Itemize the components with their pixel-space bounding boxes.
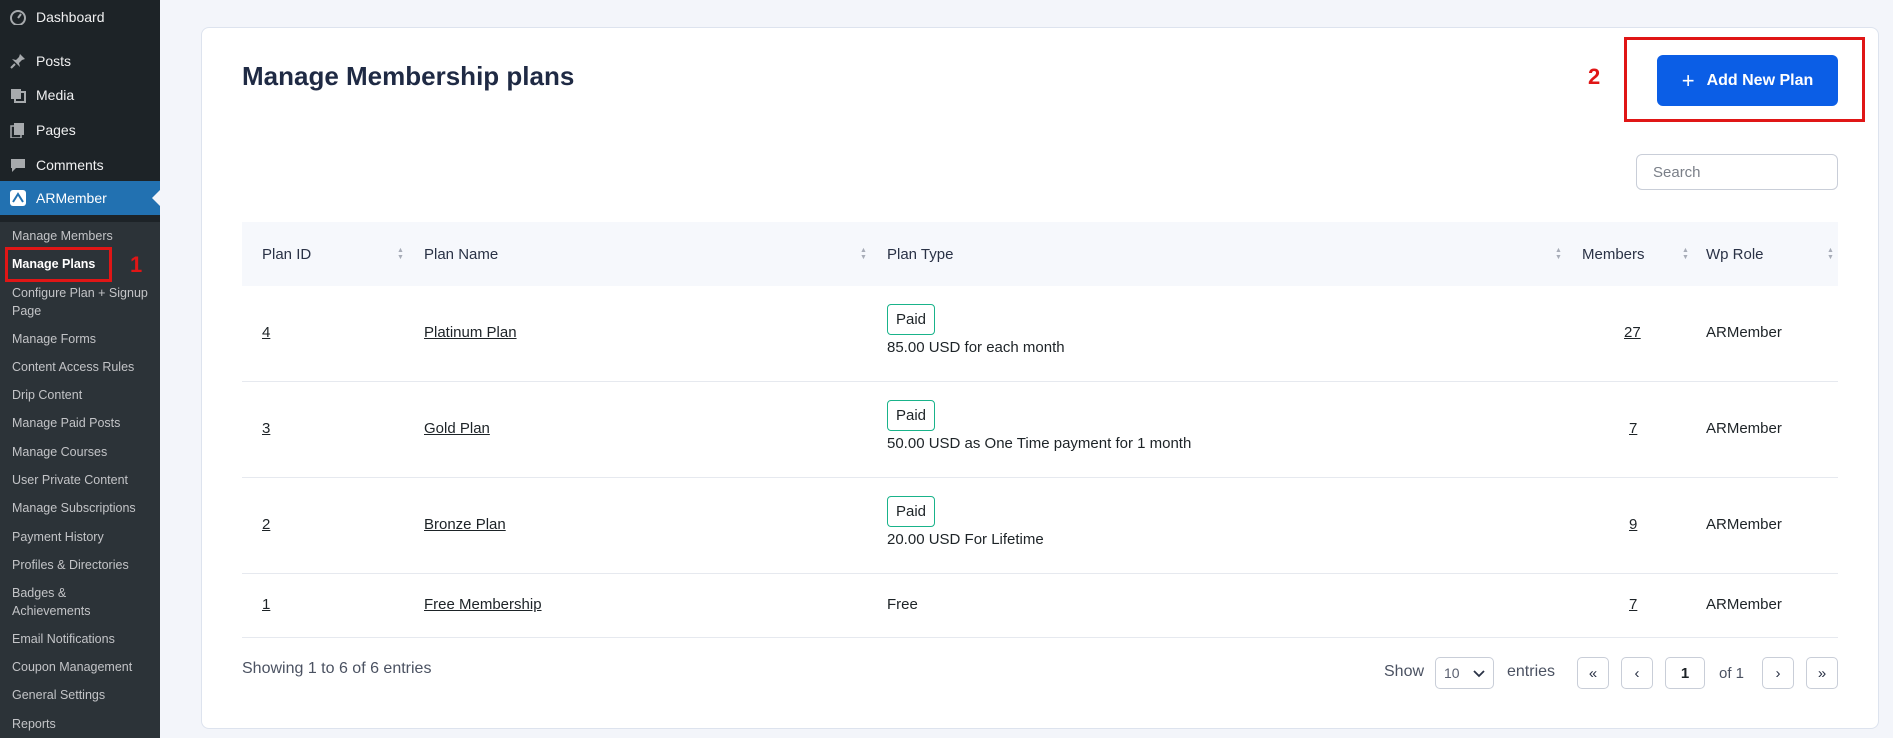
- submenu-user-private-content[interactable]: User Private Content: [12, 471, 152, 489]
- entries-label: entries: [1507, 663, 1556, 680]
- plan-type-text: 20.00 USD For Lifetime: [887, 531, 1044, 548]
- chevron-down-icon: [1473, 665, 1485, 681]
- plan-name-link[interactable]: Free Membership: [424, 596, 542, 613]
- menu-label: Media: [36, 87, 75, 103]
- plan-id-link[interactable]: 4: [262, 324, 270, 341]
- wp-role-text: ARMember: [1706, 516, 1782, 533]
- status-badge: Paid: [887, 496, 936, 527]
- members-count-link[interactable]: 7: [1629, 420, 1637, 437]
- page-size-select[interactable]: 10: [1435, 657, 1494, 689]
- armember-icon: [0, 189, 36, 207]
- table-row: 4 Platinum Plan Paid 85.00 USD for each …: [242, 286, 1838, 382]
- page-title: Manage Membership plans: [242, 61, 575, 91]
- comment-icon: [0, 157, 36, 173]
- menu-item-media[interactable]: Media: [0, 78, 160, 112]
- submenu-manage-courses[interactable]: Manage Courses: [12, 443, 152, 461]
- submenu-general-settings[interactable]: General Settings: [12, 686, 152, 704]
- status-badge: Paid: [887, 400, 936, 431]
- page-number-input[interactable]: 1: [1665, 657, 1705, 689]
- pin-icon: [0, 53, 36, 69]
- sort-icon[interactable]: ▲ ▼: [1555, 222, 1562, 286]
- submenu-configure-plan[interactable]: Configure Plan + Signup Page: [12, 284, 152, 320]
- wp-role-text: ARMember: [1706, 324, 1782, 341]
- search-input[interactable]: [1636, 154, 1838, 190]
- sort-icon[interactable]: ▲ ▼: [860, 222, 867, 286]
- sort-icon[interactable]: ▲ ▼: [1682, 222, 1689, 286]
- table-row: 3 Gold Plan Paid 50.00 USD as One Time p…: [242, 382, 1838, 478]
- last-page-button[interactable]: »: [1806, 657, 1838, 689]
- menu-item-dashboard[interactable]: Dashboard: [0, 0, 160, 34]
- menu-label: Posts: [36, 53, 72, 69]
- plan-name-link[interactable]: Platinum Plan: [424, 324, 517, 341]
- table-row: 1 Free Membership Free 7 ARMember: [242, 574, 1838, 638]
- prev-page-button[interactable]: ‹: [1621, 657, 1653, 689]
- submenu-payment-history[interactable]: Payment History: [12, 528, 152, 546]
- submenu-drip-content[interactable]: Drip Content: [12, 386, 152, 404]
- submenu-content-access-rules[interactable]: Content Access Rules: [12, 358, 152, 376]
- plan-type-text: Free: [887, 596, 918, 613]
- admin-sidebar: Dashboard Posts Media Pages Comments ARM…: [0, 0, 160, 738]
- menu-label: Comments: [36, 157, 104, 173]
- dashboard-icon: [0, 9, 36, 25]
- table-header: Plan ID ▲ ▼ Plan Name ▲ ▼ Plan Type ▲ ▼ Mem…: [242, 222, 1838, 286]
- plan-id-link[interactable]: 1: [262, 596, 270, 613]
- members-count-link[interactable]: 9: [1629, 516, 1637, 533]
- first-page-button[interactable]: «: [1577, 657, 1609, 689]
- annotation-number-2: 2: [1588, 64, 1601, 89]
- menu-label: Pages: [36, 122, 76, 138]
- page-size-value: 10: [1444, 665, 1460, 681]
- submenu-manage-paid-posts[interactable]: Manage Paid Posts: [12, 414, 152, 432]
- submenu-profiles-directories[interactable]: Profiles & Directories: [12, 556, 152, 574]
- add-new-plan-button[interactable]: + Add New Plan: [1657, 55, 1838, 106]
- table-row: 2 Bronze Plan Paid 20.00 USD For Lifetim…: [242, 478, 1838, 574]
- members-count-link[interactable]: 27: [1624, 324, 1641, 341]
- submenu-manage-forms[interactable]: Manage Forms: [12, 330, 152, 348]
- menu-item-pages[interactable]: Pages: [0, 113, 160, 147]
- status-badge: Paid: [887, 304, 936, 335]
- sort-icon[interactable]: ▲ ▼: [1827, 222, 1834, 286]
- column-header-plan-id[interactable]: Plan ID: [262, 222, 311, 286]
- column-header-wp-role[interactable]: Wp Role: [1706, 222, 1764, 286]
- armember-submenu: Manage Members Manage Plans Configure Pl…: [0, 222, 160, 738]
- submenu-coupon-management[interactable]: Coupon Management: [12, 658, 152, 676]
- pages-icon: [0, 122, 36, 138]
- showing-entries-text: Showing 1 to 6 of 6 entries: [242, 660, 432, 677]
- menu-item-posts[interactable]: Posts: [0, 44, 160, 78]
- menu-label: Dashboard: [36, 9, 105, 25]
- annotation-box-1: [5, 247, 112, 282]
- show-label: Show: [1384, 663, 1425, 680]
- annotation-number-1: 1: [130, 252, 143, 277]
- submenu-reports[interactable]: Reports: [12, 715, 152, 733]
- wp-role-text: ARMember: [1706, 596, 1782, 613]
- submenu-manage-subscriptions[interactable]: Manage Subscriptions: [12, 499, 152, 517]
- plan-id-link[interactable]: 3: [262, 420, 270, 437]
- submenu-badges-achievements[interactable]: Badges & Achievements: [12, 584, 112, 620]
- plan-name-link[interactable]: Gold Plan: [424, 420, 490, 437]
- column-header-plan-type[interactable]: Plan Type: [887, 222, 953, 286]
- wp-role-text: ARMember: [1706, 420, 1782, 437]
- sort-icon[interactable]: ▲ ▼: [397, 222, 404, 286]
- menu-item-armember[interactable]: ARMember: [0, 181, 160, 215]
- menu-item-comments[interactable]: Comments: [0, 148, 160, 182]
- plan-id-link[interactable]: 2: [262, 516, 270, 533]
- plan-type-text: 85.00 USD for each month: [887, 339, 1065, 356]
- next-page-button[interactable]: ›: [1762, 657, 1794, 689]
- plan-name-link[interactable]: Bronze Plan: [424, 516, 506, 533]
- add-new-plan-label: Add New Plan: [1706, 71, 1814, 89]
- submenu-manage-members[interactable]: Manage Members: [12, 227, 152, 245]
- members-count-link[interactable]: 7: [1629, 596, 1637, 613]
- column-header-members[interactable]: Members: [1582, 222, 1645, 286]
- media-icon: [0, 87, 36, 103]
- column-header-plan-name[interactable]: Plan Name: [424, 222, 498, 286]
- page-of-label: of 1: [1719, 665, 1745, 682]
- submenu-email-notifications[interactable]: Email Notifications: [12, 630, 152, 648]
- plan-type-text: 50.00 USD as One Time payment for 1 mont…: [887, 435, 1192, 452]
- menu-label: ARMember: [36, 190, 107, 206]
- plus-icon: +: [1681, 67, 1695, 93]
